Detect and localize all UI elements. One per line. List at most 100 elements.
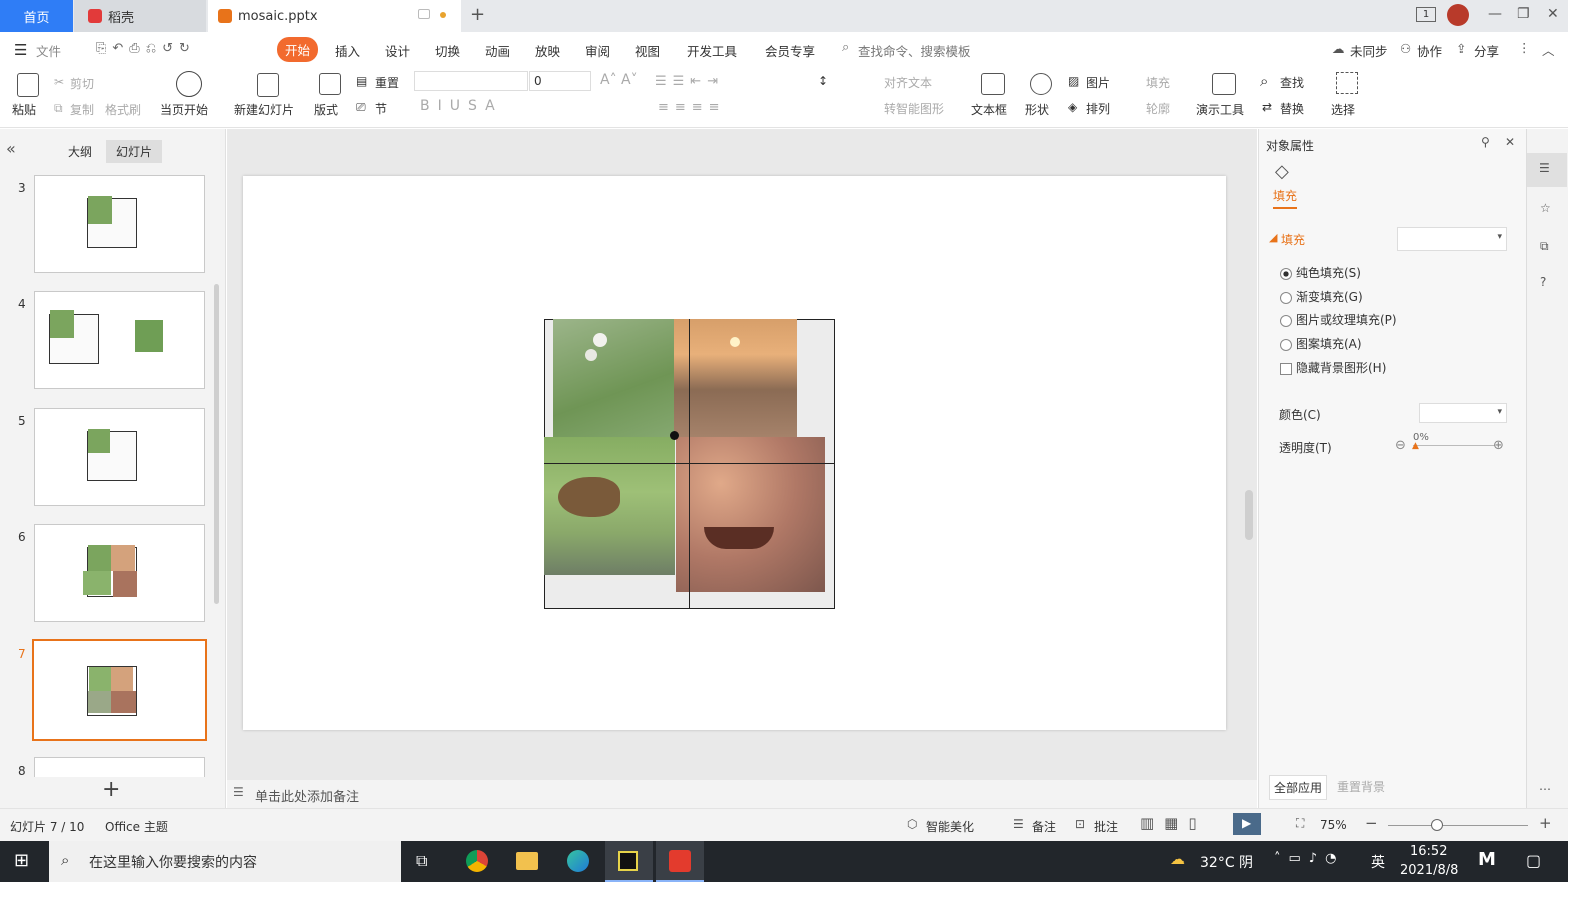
font-grow-shrink-icons[interactable]: A˄ A˅ — [600, 72, 638, 88]
collapse-ribbon-icon[interactable]: ︿ — [1542, 40, 1555, 59]
more-icon[interactable]: ⋮ — [1518, 40, 1531, 55]
tab-fill[interactable]: 填充 — [1273, 187, 1298, 209]
view-mode-icons[interactable]: ▥▦▯ — [1140, 814, 1207, 832]
increase-icon[interactable]: ⊕ — [1493, 438, 1504, 453]
zoom-slider[interactable] — [1388, 825, 1528, 826]
taskbar-search[interactable]: ⌕ 在这里输入你要搜索的内容 — [49, 841, 401, 882]
select-button[interactable]: 选择 — [1331, 101, 1355, 118]
weather-text[interactable]: 32°C 阴 — [1200, 852, 1253, 872]
color-picker[interactable]: ▾ — [1419, 403, 1507, 423]
copy-icon[interactable]: ⧉ — [54, 101, 63, 116]
select-icon[interactable] — [1336, 72, 1358, 94]
solid-fill-option[interactable]: 纯色填充(S) — [1280, 264, 1361, 281]
layout-button[interactable]: 版式 — [314, 101, 338, 118]
tray-icons[interactable]: ˄▭♪◔ — [1274, 851, 1344, 866]
presenter-button[interactable]: 演示工具 — [1196, 101, 1244, 118]
collapse-panel-button[interactable]: « — [6, 139, 16, 158]
reset-background-button[interactable]: 重置背景 — [1337, 778, 1385, 795]
notes-toggle[interactable]: 备注 — [1032, 818, 1056, 835]
menu-member[interactable]: 会员专享 — [765, 41, 815, 60]
align-icons[interactable]: ≡≡≡≡ — [658, 100, 726, 115]
transparency-slider[interactable] — [1413, 445, 1495, 446]
textbox-button[interactable]: 文本框 — [971, 101, 1007, 118]
boat-photo[interactable] — [676, 437, 825, 592]
picture-fill-option[interactable]: 图片或纹理填充(P) — [1280, 311, 1397, 328]
slideshow-button[interactable]: ▶ — [1233, 813, 1261, 835]
new-tab-button[interactable]: + — [470, 4, 485, 25]
properties-title[interactable]: 对象属性 — [1266, 137, 1314, 154]
menu-animation[interactable]: 动画 — [485, 41, 510, 60]
menu-view[interactable]: 视图 — [635, 41, 660, 60]
pin-icon[interactable]: ⚲ — [1481, 135, 1490, 149]
slide-thumbnail-7[interactable] — [32, 639, 207, 741]
slide-thumbnail-6[interactable] — [34, 524, 205, 622]
thumbnail-scrollbar[interactable] — [214, 284, 219, 604]
picture-button[interactable]: 图片 — [1086, 74, 1110, 91]
hide-background-option[interactable]: 隐藏背景图形(H) — [1280, 359, 1386, 376]
reset-button[interactable]: 重置 — [375, 74, 399, 91]
fill-type-select[interactable]: ▾ — [1397, 227, 1507, 251]
menu-file[interactable]: 文件 — [36, 41, 61, 60]
close-button[interactable]: ✕ — [1547, 6, 1559, 22]
menu-developer[interactable]: 开发工具 — [687, 41, 737, 60]
slide-thumbnail-4[interactable] — [34, 291, 205, 389]
cut-button[interactable]: 剪切 — [70, 75, 94, 92]
shape-icon[interactable] — [1030, 73, 1052, 95]
clock-time[interactable]: 16:52 — [1410, 844, 1447, 859]
slide-thumbnail-5[interactable] — [34, 408, 205, 506]
play-icon[interactable] — [176, 71, 202, 97]
restore-button[interactable]: ❐ — [1517, 6, 1530, 22]
notes-placeholder[interactable]: 单击此处添加备注 — [255, 786, 359, 805]
canvas-scrollbar[interactable] — [1244, 135, 1254, 775]
menu-insert[interactable]: 插入 — [335, 41, 360, 60]
menu-design[interactable]: 设计 — [385, 41, 410, 60]
decrease-icon[interactable]: ⊖ — [1395, 438, 1406, 453]
tab-home[interactable]: 首页 — [0, 0, 73, 32]
font-size-select[interactable]: 0 — [529, 71, 591, 91]
fit-icon[interactable]: ⛶ — [1296, 816, 1304, 831]
gradient-fill-option[interactable]: 渐变填充(G) — [1280, 288, 1363, 305]
menu-review[interactable]: 审阅 — [585, 41, 610, 60]
beautify-button[interactable]: 智能美化 — [926, 818, 974, 835]
notification-icon[interactable]: ▢ — [1526, 851, 1541, 870]
zoom-out-button[interactable]: − — [1365, 814, 1378, 832]
windows-start-icon[interactable]: ⊞ — [14, 850, 29, 871]
quick-access-icons[interactable]: ⎘↶⎙⎌↺↻ — [96, 41, 196, 56]
chrome-icon[interactable] — [466, 850, 488, 872]
arrange-button[interactable]: 排列 — [1086, 100, 1110, 117]
wps-taskbar-item[interactable] — [656, 841, 704, 882]
minimize-button[interactable]: — — [1488, 6, 1502, 22]
window-badge[interactable]: 1 — [1416, 7, 1436, 22]
zoom-in-button[interactable]: + — [1539, 814, 1552, 832]
slide-thumbnail-8[interactable] — [34, 757, 205, 777]
slider-handle-icon[interactable]: ▲ — [1412, 441, 1419, 451]
flower-photo[interactable] — [553, 319, 674, 437]
fill-button[interactable]: 填充 — [1146, 74, 1170, 91]
app-tray-icon[interactable]: M — [1478, 849, 1496, 870]
paste-button[interactable]: 粘贴 — [12, 101, 36, 118]
from-current-button[interactable]: 当页开始 — [160, 101, 208, 118]
command-search[interactable]: 查找命令、搜索模板 — [858, 41, 971, 60]
avatar[interactable] — [1447, 4, 1469, 26]
line-spacing-icon[interactable]: ↕ — [818, 74, 828, 88]
format-painter-button[interactable]: 格式刷 — [105, 101, 141, 118]
sparrow-photo[interactable] — [544, 437, 675, 575]
cut-icon[interactable]: ✂ — [54, 75, 64, 89]
sunset-photo[interactable] — [674, 319, 797, 437]
task-view-icon[interactable]: ⧉ — [416, 851, 427, 871]
ime-indicator[interactable]: 英 — [1371, 852, 1385, 872]
slide[interactable] — [243, 176, 1226, 730]
menu-start[interactable]: 开始 — [277, 37, 319, 62]
copy-button[interactable]: 复制 — [70, 101, 94, 118]
more-icon[interactable]: … — [1539, 779, 1551, 793]
notes-bar[interactable]: ☰ 单击此处添加备注 — [227, 780, 1257, 808]
list-icons[interactable]: ☰☰⇤⇥ — [655, 74, 724, 89]
comment-button[interactable]: 批注 — [1094, 818, 1118, 835]
slide-thumbnail-3[interactable] — [34, 175, 205, 273]
clock-date[interactable]: 2021/8/8 — [1400, 863, 1458, 878]
align-text-button[interactable]: 对齐文本 — [884, 74, 932, 91]
file-explorer-icon[interactable] — [516, 852, 538, 870]
anchor-point[interactable] — [670, 431, 679, 440]
tab-document[interactable]: mosaic.pptx — [208, 0, 461, 32]
paste-icon[interactable] — [17, 73, 39, 97]
